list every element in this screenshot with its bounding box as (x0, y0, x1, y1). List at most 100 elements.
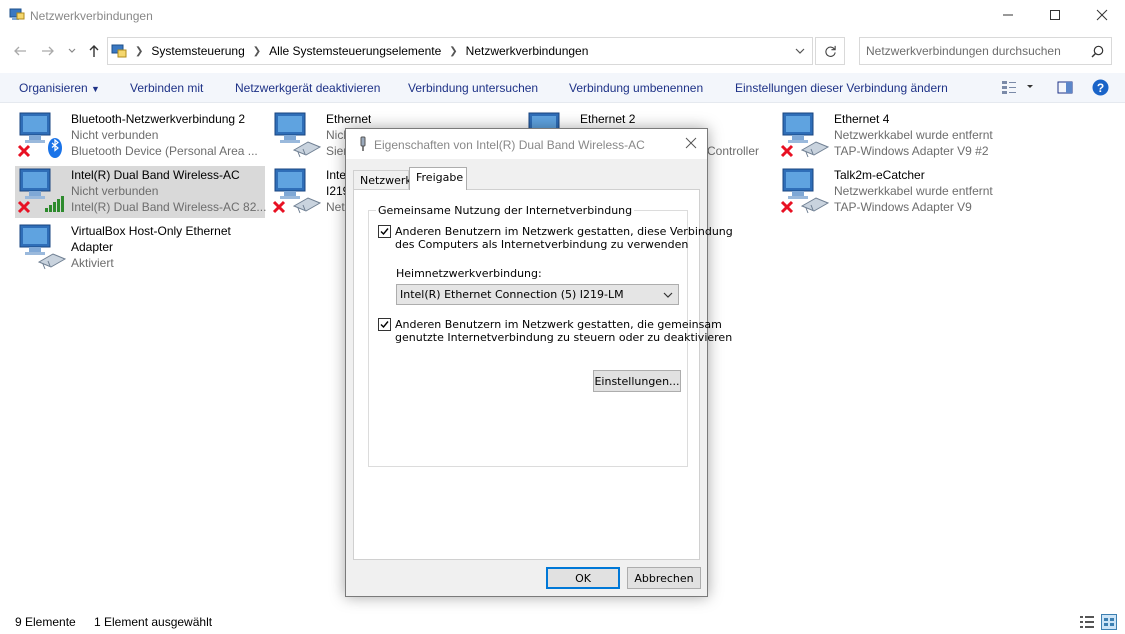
toolbar-diagnose[interactable]: Verbindung untersuchen (408, 81, 538, 95)
preview-pane-icon (1057, 81, 1073, 94)
search-icon[interactable] (1091, 45, 1104, 58)
connection-name: VirtualBox Host-Only Ethernet (71, 224, 231, 238)
refresh-button[interactable] (815, 37, 845, 65)
connection-name: Bluetooth-Netzwerkverbindung 2 (71, 112, 246, 126)
allow-control-label-1[interactable]: Anderen Benutzern im Netzwerk gestatten,… (395, 318, 722, 331)
chevron-down-icon (663, 292, 673, 298)
details-view-icon[interactable] (1079, 615, 1095, 629)
chevron-down-icon[interactable] (794, 45, 806, 57)
connection-item-intel-wireless[interactable]: Intel(R) Dual Band Wireless-AC Nicht ver… (15, 166, 266, 218)
connection-item-ethernet-4[interactable]: Ethernet 4 Netzwerkkabel wurde entfernt … (778, 110, 1028, 162)
breadcrumb-separator[interactable]: ❯ (135, 46, 143, 57)
arrow-right-icon (42, 46, 54, 56)
close-button[interactable] (1079, 0, 1125, 30)
forward-button[interactable] (38, 42, 58, 60)
close-icon (1096, 9, 1108, 21)
recent-locations-button[interactable] (62, 42, 82, 60)
connection-item-talk2m[interactable]: Talk2m-eCatcher Netzwerkkabel wurde entf… (778, 166, 1028, 218)
tab-panel-freigabe: Gemeinsame Nutzung der Internetverbindun… (353, 189, 733, 560)
allow-sharing-label-1[interactable]: Anderen Benutzern im Netzwerk gestatten,… (395, 225, 733, 238)
close-icon[interactable] (685, 137, 697, 149)
maximize-icon (1050, 10, 1060, 20)
caret-down-icon: ▼ (91, 84, 100, 94)
control-panel-icon (111, 44, 127, 58)
up-button[interactable] (84, 42, 104, 60)
connection-status: Netzwerkkabel wurde entfernt (834, 184, 993, 198)
tiles-view-icon[interactable] (1101, 614, 1117, 630)
address-bar[interactable]: ❯ Systemsteuerung ❯ Alle Systemsteuerung… (107, 37, 813, 65)
ethernet-adapter-icon (272, 168, 322, 214)
tab-label: Freigabe (416, 171, 464, 184)
breadcrumb-alle-elemente[interactable]: Alle Systemsteuerungselemente (269, 44, 441, 58)
selection-count: 1 Element ausgewählt (94, 615, 213, 629)
svg-text:?: ? (1097, 81, 1104, 95)
search-box[interactable] (859, 37, 1112, 65)
window-title: Netzwerkverbindungen (30, 9, 153, 23)
tab-label: Netzwerk (360, 174, 412, 187)
breadcrumb-separator[interactable]: ❯ (449, 46, 457, 57)
back-button[interactable] (10, 42, 30, 60)
toolbar-rename[interactable]: Verbindung umbenennen (569, 81, 703, 95)
connection-device: TAP-Windows Adapter V9 #2 (834, 144, 989, 158)
home-network-value: Intel(R) Ethernet Connection (5) I219-LM (400, 288, 624, 301)
connection-device: Controller (707, 144, 760, 158)
allow-control-checkbox[interactable] (378, 318, 391, 331)
home-network-label: Heimnetzwerkverbindung: (396, 267, 542, 280)
breadcrumb-systemsteuerung[interactable]: Systemsteuerung (151, 44, 244, 58)
properties-dialog: Eigenschaften von Intel(R) Dual Band Wir… (345, 128, 733, 597)
breadcrumb-separator[interactable]: ❯ (253, 46, 261, 57)
tab-freigabe[interactable]: Freigabe (409, 167, 467, 190)
bluetooth-adapter-icon (17, 112, 62, 158)
connection-item-intel-ethernet[interactable]: Inte... I219... Net... (270, 166, 359, 218)
ok-button[interactable]: OK (546, 567, 620, 589)
breadcrumb-netzwerkverbindungen[interactable]: Netzwerkverbindungen (466, 44, 589, 58)
preview-pane-button[interactable] (1057, 79, 1073, 98)
cancel-button[interactable]: Abbrechen (627, 567, 701, 589)
item-count: 9 Elemente (15, 615, 76, 629)
connection-name: Ethernet 4 (834, 112, 890, 126)
connection-item-virtualbox[interactable]: VirtualBox Host-Only Ethernet Adapter Ak… (15, 222, 265, 274)
tab-netzwerk[interactable]: Netzwerk (353, 170, 412, 190)
allow-sharing-label-2[interactable]: des Computers als Internetverbindung zu … (395, 238, 688, 251)
arrow-up-icon (89, 45, 99, 57)
settings-button[interactable]: Einstellungen... (593, 370, 681, 392)
connection-name: Ethernet (326, 112, 372, 126)
connection-status: Aktiviert (71, 256, 114, 270)
toolbar-disable-device[interactable]: Netzwerkgerät deaktivieren (235, 81, 380, 95)
search-input[interactable] (860, 38, 1080, 64)
command-bar: Organisieren ▼ Verbinden mit Netzwerkger… (0, 73, 1125, 103)
network-connections-icon (9, 8, 25, 20)
home-network-select[interactable]: Intel(R) Ethernet Connection (5) I219-LM (396, 284, 679, 305)
toolbar-change-settings[interactable]: Einstellungen dieser Verbindung ändern (735, 81, 948, 95)
refresh-icon (824, 45, 836, 57)
settings-button-label: Einstellungen... (594, 374, 680, 388)
connection-device: TAP-Windows Adapter V9 (834, 200, 972, 214)
minimize-icon (1003, 14, 1013, 16)
connection-device: Bluetooth Device (Personal Area ... (71, 144, 258, 158)
ok-button-label: OK (575, 571, 591, 585)
checkmark-icon (380, 321, 389, 329)
connection-item-ethernet[interactable]: Ethernet Nicht ... Sien... (270, 110, 371, 162)
connection-status: Netzwerkkabel wurde entfernt (834, 128, 993, 142)
help-icon: ? (1092, 79, 1109, 96)
organize-label: Organisieren (19, 81, 88, 95)
network-adapter-icon (360, 136, 366, 151)
allow-control-label-2[interactable]: genutzte Internetverbindung zu steuern o… (395, 331, 732, 344)
maximize-button[interactable] (1032, 0, 1078, 30)
ethernet-adapter-icon (19, 224, 67, 270)
ethernet-adapter-icon (780, 168, 830, 214)
allow-sharing-checkbox[interactable] (378, 225, 391, 238)
connection-name-continued: Adapter (71, 240, 114, 254)
connection-item-bluetooth[interactable]: Bluetooth-Netzwerkverbindung 2 Nicht ver… (15, 110, 265, 162)
checkmark-icon (380, 228, 389, 236)
status-bar: 9 Elemente 1 Element ausgewählt (0, 611, 1125, 634)
help-button[interactable]: ? (1092, 79, 1109, 99)
ethernet-adapter-icon (780, 112, 830, 158)
cancel-button-label: Abbrechen (634, 571, 694, 585)
minimize-button[interactable] (985, 0, 1031, 30)
wifi-adapter-icon (17, 168, 64, 214)
view-options-button[interactable] (1001, 79, 1033, 98)
dialog-title: Eigenschaften von Intel(R) Dual Band Wir… (374, 138, 645, 152)
organize-menu[interactable]: Organisieren ▼ (19, 81, 100, 95)
toolbar-connect-to[interactable]: Verbinden mit (130, 81, 203, 95)
